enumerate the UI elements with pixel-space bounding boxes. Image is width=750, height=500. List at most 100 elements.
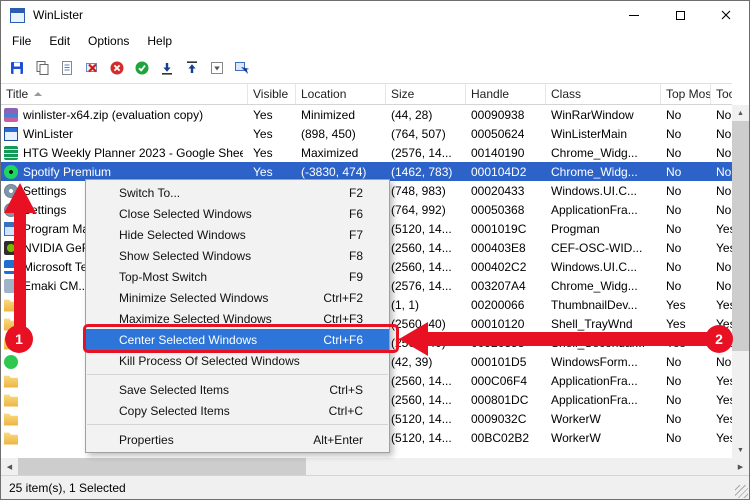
column-header-visible[interactable]: Visible — [248, 84, 296, 104]
cell-too: No — [716, 126, 732, 141]
cell-wclass: WindowsForm... — [551, 354, 638, 369]
copy-icon — [34, 60, 50, 76]
cell-too: No — [716, 259, 732, 274]
window-title: WinLister — [33, 8, 84, 22]
cell-wclass: Windows.UI.C... — [551, 259, 638, 274]
title-cell: WinLister — [1, 126, 248, 141]
cell-topmost: No — [666, 164, 682, 179]
column-header-title[interactable]: Title — [1, 84, 248, 104]
close-button[interactable] — [703, 1, 749, 29]
minimize-button[interactable] — [155, 56, 178, 80]
vertical-scroll-thumb[interactable] — [732, 121, 749, 351]
copy-button[interactable] — [30, 56, 53, 80]
cell-visible: Yes — [253, 164, 273, 179]
window-title-text: Spotify Premium — [23, 164, 112, 179]
menubar-item-help[interactable]: Help — [138, 30, 181, 52]
menubar-item-edit[interactable]: Edit — [40, 30, 79, 52]
hide-button[interactable] — [205, 56, 228, 80]
list-header: Title Visible Location Size Handle Class Top M… — [1, 83, 732, 105]
column-header-label: Top Most — [666, 87, 711, 101]
cell-topmost: No — [666, 183, 682, 198]
maximize-button[interactable] — [657, 1, 703, 29]
menu-item-shortcut: F7 — [348, 227, 363, 242]
greenapp-icon — [4, 354, 18, 369]
vertical-scrollbar[interactable]: ▲ ▼ — [732, 105, 749, 458]
context-menu-item-kill-process-of-selected-windows[interactable]: Kill Process Of Selected Windows — [86, 350, 389, 371]
cell-handle: 00200066 — [471, 297, 525, 312]
cell-size: (2576, 14... — [391, 145, 452, 160]
cell-topmost: No — [666, 221, 682, 236]
context-menu-item-top-most-switch[interactable]: Top-Most Switch F9 — [86, 266, 389, 287]
horizontal-scroll-thumb[interactable] — [18, 458, 306, 475]
context-menu-item-show-selected-windows[interactable]: Show Selected Windows F8 — [86, 245, 389, 266]
properties-icon — [59, 60, 75, 76]
maximize-button[interactable] — [180, 56, 203, 80]
cell-handle: 00140190 — [471, 145, 525, 160]
context-menu-item-close-selected-windows[interactable]: Close Selected Windows F6 — [86, 203, 389, 224]
cell-size: (1462, 783) — [391, 164, 453, 179]
menu-item-label: Hide Selected Windows — [119, 227, 246, 242]
top-most-button[interactable] — [130, 56, 153, 80]
column-header-label: Location — [301, 87, 347, 101]
cell-too: Yes — [716, 392, 732, 407]
cell-wclass: WorkerW — [551, 430, 601, 445]
cell-topmost: Yes — [666, 297, 686, 312]
cell-size: (764, 507) — [391, 126, 446, 141]
cell-too: Yes — [716, 240, 732, 255]
column-header-size[interactable]: Size — [386, 84, 466, 104]
resize-grip[interactable] — [735, 485, 748, 498]
cell-handle: 003207A4 — [471, 278, 526, 293]
minimize-icon — [159, 60, 175, 76]
column-header-class[interactable]: Class — [546, 84, 661, 104]
context-menu-item-maximize-selected-windows[interactable]: Maximize Selected Windows Ctrl+F3 — [86, 308, 389, 329]
switch-to-button[interactable] — [230, 56, 253, 80]
column-header-handle[interactable]: Handle — [466, 84, 546, 104]
menu-item-shortcut: Ctrl+F3 — [323, 311, 363, 326]
scroll-right-button[interactable]: ▶ — [732, 458, 749, 475]
save-button[interactable] — [5, 56, 28, 80]
minimize-button[interactable] — [611, 1, 657, 29]
kill-process-button[interactable] — [105, 56, 128, 80]
table-row[interactable]: HTG Weekly Planner 2023 - Google Sheet..… — [1, 143, 732, 162]
context-menu-item-save-selected-items[interactable]: Save Selected Items Ctrl+S — [86, 379, 389, 400]
close-window-button[interactable] — [80, 56, 103, 80]
cell-handle: 0001019C — [471, 221, 527, 236]
status-bar: 25 item(s), 1 Selected — [1, 475, 749, 499]
cell-handle: 000402C2 — [471, 259, 527, 274]
top-most-icon — [134, 60, 150, 76]
cell-handle: 00BC02B2 — [471, 430, 530, 445]
properties-button[interactable] — [55, 56, 78, 80]
column-header-location[interactable]: Location — [296, 84, 386, 104]
table-row[interactable]: WinLister Yes (898, 450) (764, 507) 00050624… — [1, 124, 732, 143]
cell-size: (2560, 14... — [391, 259, 452, 274]
menubar-item-file[interactable]: File — [3, 30, 40, 52]
scroll-left-button[interactable]: ◀ — [1, 458, 18, 475]
cell-wclass: CEF-OSC-WID... — [551, 240, 643, 255]
cell-wclass: WorkerW — [551, 411, 601, 426]
scroll-up-button[interactable]: ▲ — [732, 105, 749, 121]
cell-size: (1, 1) — [391, 297, 420, 312]
gear-icon — [4, 202, 18, 217]
context-menu-item-properties[interactable]: Properties Alt+Enter — [86, 429, 389, 450]
horizontal-scrollbar[interactable]: ◀ ▶ — [1, 458, 749, 475]
nvidia-icon — [4, 240, 18, 255]
column-header-top-most[interactable]: Top Most — [661, 84, 711, 104]
folder-icon — [4, 299, 18, 312]
context-menu-item-hide-selected-windows[interactable]: Hide Selected Windows F7 — [86, 224, 389, 245]
spotify-icon — [4, 164, 18, 179]
cell-location: Minimized — [301, 107, 356, 122]
menubar-item-options[interactable]: Options — [79, 30, 138, 52]
column-header-too[interactable]: Too — [711, 84, 732, 104]
cell-location: (898, 450) — [301, 126, 356, 141]
window-title-text: HTG Weekly Planner 2023 - Google Sheet..… — [23, 145, 243, 160]
scroll-down-button[interactable]: ▼ — [732, 442, 749, 458]
context-menu-item-minimize-selected-windows[interactable]: Minimize Selected Windows Ctrl+F2 — [86, 287, 389, 308]
table-row[interactable]: winlister-x64.zip (evaluation copy) Yes Mi… — [1, 105, 732, 124]
mstext-icon — [4, 259, 18, 274]
sheets-icon — [4, 145, 18, 160]
context-menu-item-center-selected-windows[interactable]: Center Selected Windows Ctrl+F6 — [86, 329, 389, 350]
context-menu-item-copy-selected-items[interactable]: Copy Selected Items Ctrl+C — [86, 400, 389, 421]
menu-item-shortcut: Ctrl+F2 — [323, 290, 363, 305]
context-menu-item-switch-to[interactable]: Switch To... F2 — [86, 182, 389, 203]
step-badge-1: 1 — [5, 325, 33, 353]
